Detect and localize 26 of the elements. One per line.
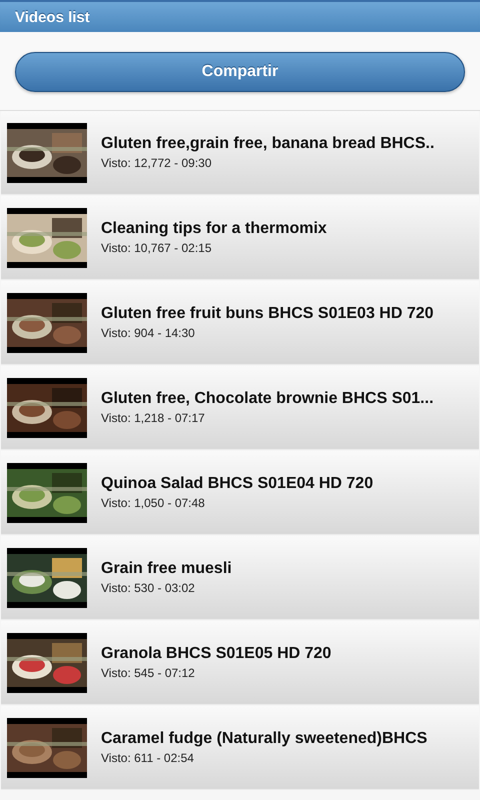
video-list-item[interactable]: Cleaning tips for a thermomix Visto: 10,767 - 02:15: [1, 196, 479, 280]
video-stats: Visto: 611 - 02:54: [101, 751, 195, 765]
video-list-item[interactable]: Quinoa Salad BHCS S01E04 HD 720 Visto: 1,050 - 07:48: [1, 451, 479, 535]
video-stats: Visto: 12,772 - 09:30: [101, 156, 213, 170]
video-title: Granola BHCS S01E05 HD 720: [101, 645, 332, 663]
video-title: Cleaning tips for a thermomix: [101, 220, 327, 238]
video-list-item[interactable]: Granola BHCS S01E05 HD 720 Visto: 545 - 07:12: [1, 621, 479, 705]
header-title: Videos list: [15, 8, 90, 26]
video-stats: Visto: 530 - 03:02: [101, 581, 196, 595]
video-title: Gluten free,grain free, banana bread BHCS..: [101, 135, 434, 153]
video-title: Gluten free fruit buns BHCS S01E03 HD 720: [101, 305, 434, 323]
share-button[interactable]: Compartir: [15, 52, 465, 92]
video-title: Quinoa Salad BHCS S01E04 HD 720: [101, 475, 374, 493]
video-list-item[interactable]: Gluten free, Chocolate brownie BHCS S01... Visto: 1,218 - 07:17: [1, 366, 479, 450]
video-stats: Visto: 1,050 - 07:48: [101, 496, 206, 510]
video-stats: Visto: 545 - 07:12: [101, 666, 196, 680]
video-title: Gluten free, Chocolate brownie BHCS S01...: [101, 390, 434, 408]
video-stats: Visto: 10,767 - 02:15: [101, 241, 213, 255]
video-list-item[interactable]: Grain free muesli Visto: 530 - 03:02: [1, 536, 479, 620]
video-title: Caramel fudge (Naturally sweetened)BHCS: [101, 730, 428, 748]
video-list-item[interactable]: Gluten free,grain free, banana bread BHCS.. Visto: 12,772 - 09:30: [1, 111, 479, 195]
video-list-item[interactable]: Caramel fudge (Naturally sweetened)BHCS Visto: 611 - 02:54: [1, 706, 479, 790]
video-stats: Visto: 904 - 14:30: [101, 326, 196, 340]
video-list-item[interactable]: Gluten free fruit buns BHCS S01E03 HD 720 Visto: 904 - 14:30: [1, 281, 479, 365]
video-stats: Visto: 1,218 - 07:17: [101, 411, 206, 425]
video-title: Grain free muesli: [101, 560, 232, 578]
